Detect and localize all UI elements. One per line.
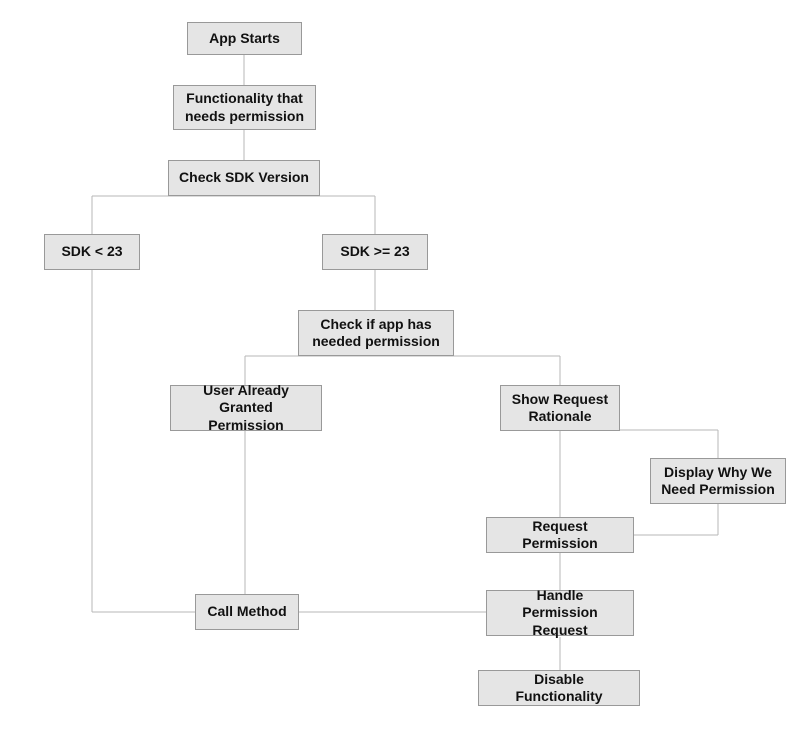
node-show-rationale: Show Request Rationale [500, 385, 620, 431]
node-disable-func: Disable Functionality [478, 670, 640, 706]
node-call-method: Call Method [195, 594, 299, 630]
connector-layer [0, 0, 800, 744]
node-sdk-gte: SDK >= 23 [322, 234, 428, 270]
node-request-permission: Request Permission [486, 517, 634, 553]
node-handle-request: Handle Permission Request [486, 590, 634, 636]
flowchart-container: App Starts Functionality that needs perm… [0, 0, 800, 744]
node-display-why: Display Why We Need Permission [650, 458, 786, 504]
node-check-app-has: Check if app has needed permission [298, 310, 454, 356]
node-sdk-lt: SDK < 23 [44, 234, 140, 270]
node-user-already: User Already Granted Permission [170, 385, 322, 431]
node-app-starts: App Starts [187, 22, 302, 55]
node-check-sdk: Check SDK Version [168, 160, 320, 196]
node-functionality-needs: Functionality that needs permission [173, 85, 316, 130]
